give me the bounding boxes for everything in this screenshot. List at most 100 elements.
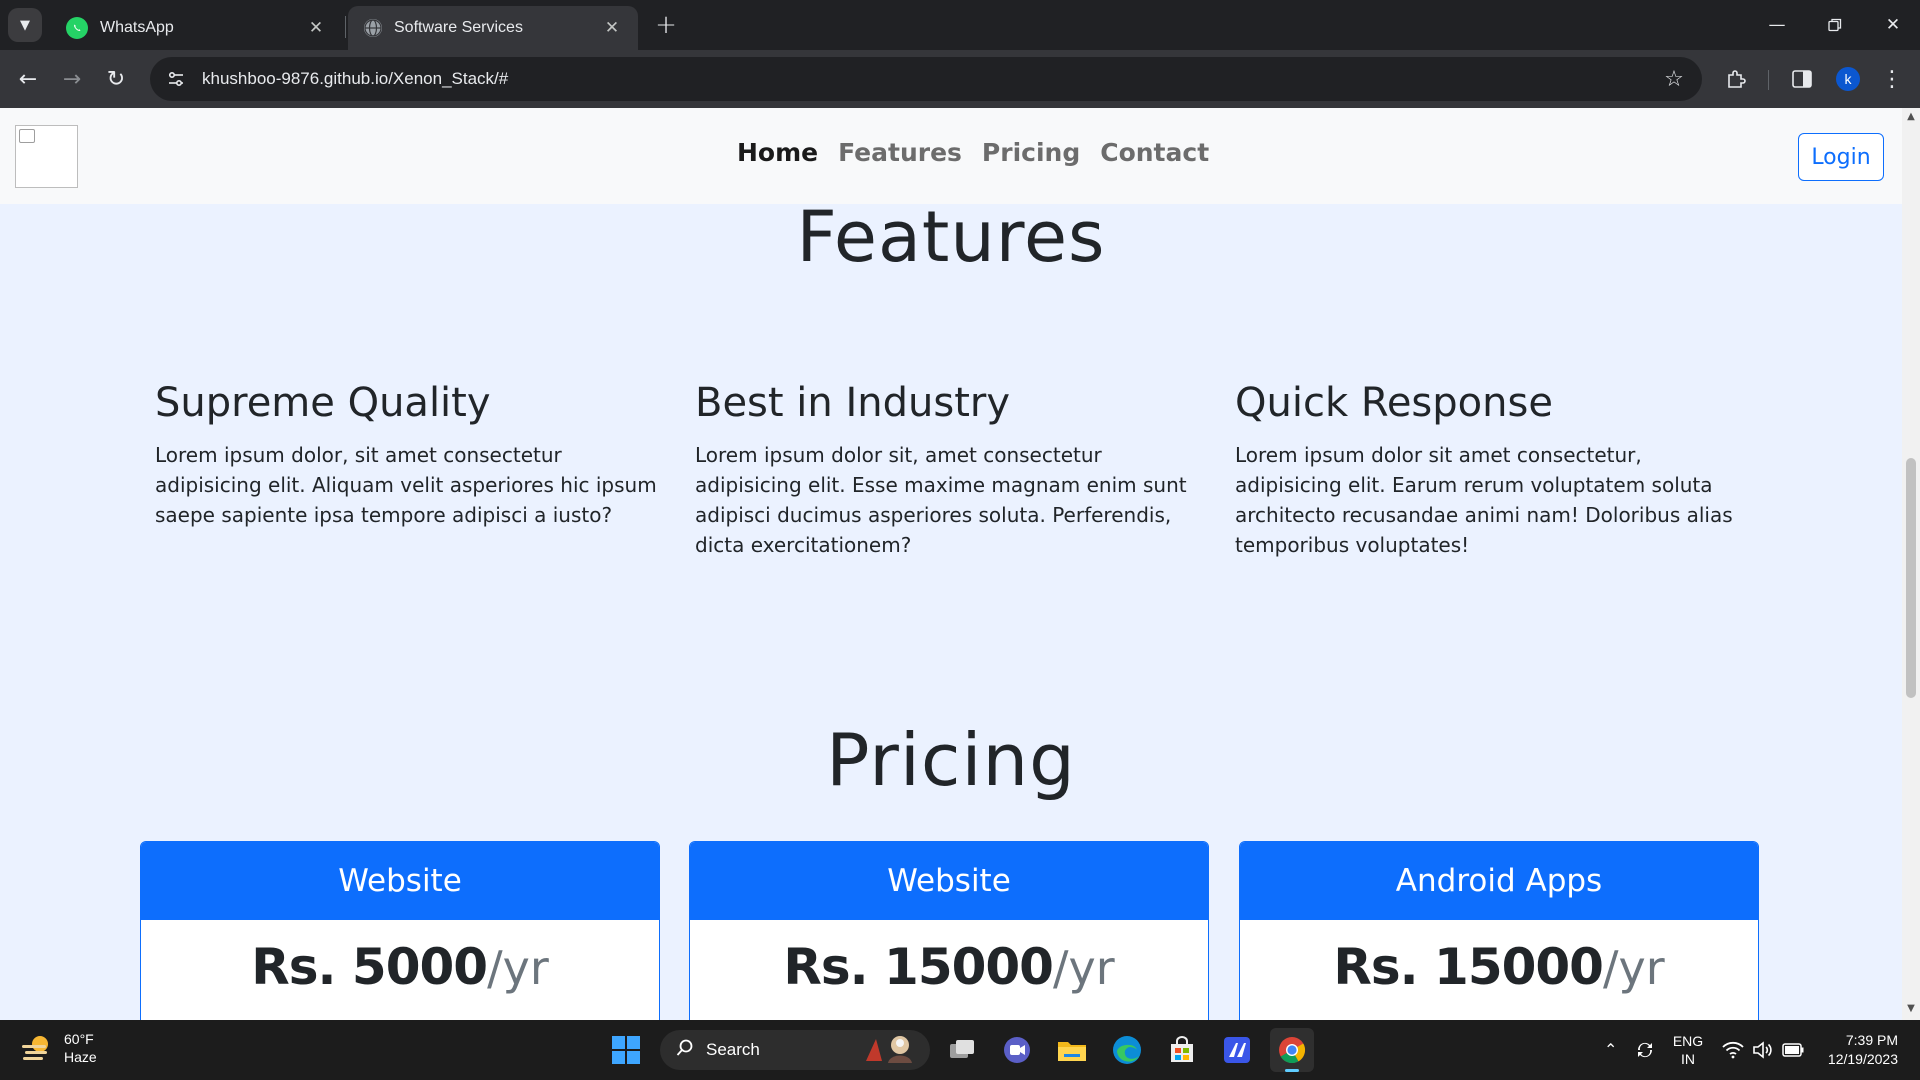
scroll-down-icon[interactable]: ▼ — [1906, 1004, 1916, 1014]
plan-price-row: Rs. 5000 /yr — [141, 920, 659, 996]
tab-title: WhatsApp — [100, 19, 174, 36]
page-viewport: Features Supreme Quality Lorem ipsum dol… — [0, 108, 1920, 1020]
task-view-icon[interactable] — [940, 1028, 984, 1072]
plan-price-row: Rs. 15000 /yr — [1240, 920, 1758, 996]
microsoft-store-icon[interactable] — [1160, 1028, 1204, 1072]
feature-description: Lorem ipsum dolor sit, amet consectetur … — [695, 443, 1187, 557]
toolbar-divider — [1768, 70, 1769, 90]
tab-search-button[interactable]: ▼ — [8, 8, 42, 42]
language-region: IN — [1681, 1051, 1695, 1067]
kebab-menu-icon[interactable]: ⋮ — [1874, 61, 1910, 97]
pricing-heading: Pricing — [826, 718, 1076, 802]
close-icon[interactable]: ✕ — [602, 18, 622, 38]
browser-tab-strip: ▼ WhatsApp ✕ Software Services ✕ + — ✕ — [0, 0, 1920, 50]
forward-arrow-icon[interactable]: → — [54, 61, 90, 97]
scroll-up-icon[interactable]: ▲ — [1906, 112, 1916, 122]
volume-icon[interactable] — [1752, 1020, 1774, 1080]
active-app-indicator — [1285, 1069, 1299, 1072]
plan-period: /yr — [1602, 941, 1665, 995]
page-scrollbar[interactable]: ▲ ▼ — [1902, 108, 1920, 1020]
weather-temp: 60°F — [64, 1031, 94, 1047]
broken-logo-image[interactable] — [15, 125, 78, 188]
plan-price: Rs. 5000 — [251, 938, 488, 996]
feature-card: Supreme Quality Lorem ipsum dolor, sit a… — [155, 380, 665, 530]
edge-browser-icon[interactable] — [1105, 1028, 1149, 1072]
wifi-icon[interactable] — [1722, 1020, 1744, 1080]
restore-icon[interactable] — [1806, 0, 1864, 50]
side-panel-icon[interactable] — [1784, 61, 1820, 97]
windows-logo-icon — [612, 1036, 640, 1064]
close-window-icon[interactable]: ✕ — [1864, 0, 1920, 50]
back-arrow-icon[interactable]: ← — [10, 61, 46, 97]
clock-date: 12/19/2023 — [1827, 1051, 1898, 1067]
browser-toolbar: ← → ↻ khushboo-9876.github.io/Xenon_Stac… — [0, 50, 1920, 108]
address-bar[interactable]: khushboo-9876.github.io/Xenon_Stack/# ☆ — [150, 57, 1702, 101]
profile-avatar-button[interactable]: k — [1830, 61, 1866, 97]
plan-name: Website — [690, 842, 1208, 920]
battery-icon[interactable] — [1782, 1020, 1804, 1080]
search-icon — [676, 1039, 694, 1062]
language-indicator[interactable]: ENG IN — [1670, 1020, 1706, 1080]
plan-name: Android Apps — [1240, 842, 1758, 920]
taskbar-search-box[interactable]: Search — [660, 1030, 930, 1070]
whatsapp-icon — [66, 17, 88, 39]
login-button[interactable]: Login — [1798, 133, 1884, 181]
pricing-card: Website Rs. 5000 /yr — [140, 841, 660, 1020]
plan-price-row: Rs. 15000 /yr — [690, 920, 1208, 996]
feature-card: Best in Industry Lorem ipsum dolor sit, … — [695, 380, 1205, 560]
chevron-down-icon: ▼ — [20, 17, 30, 33]
sync-icon[interactable] — [1634, 1020, 1656, 1080]
vpn-app-icon[interactable] — [1215, 1028, 1259, 1072]
plan-price: Rs. 15000 — [1333, 938, 1604, 996]
close-icon[interactable]: ✕ — [306, 18, 326, 38]
site-navbar: Home Features Pricing Contact Login — [0, 108, 1902, 204]
new-tab-plus-icon[interactable]: + — [650, 9, 682, 41]
tab-whatsapp[interactable]: WhatsApp ✕ — [50, 6, 342, 50]
chrome-taskbar-icon[interactable] — [1270, 1028, 1314, 1072]
nav-link-contact[interactable]: Contact — [1090, 138, 1219, 167]
pricing-card: Android Apps Rs. 15000 /yr — [1239, 841, 1759, 1020]
nav-link-features[interactable]: Features — [828, 138, 972, 167]
start-button[interactable] — [604, 1028, 648, 1072]
windows-taskbar: 60°F Haze Search ⌃ ENG IN 7:39 PM 12/19/… — [0, 1020, 1920, 1080]
clock-time: 7:39 PM — [1845, 1032, 1898, 1048]
system-clock[interactable]: 7:39 PM 12/19/2023 — [1818, 1020, 1898, 1080]
site-info-icon[interactable] — [154, 57, 198, 101]
avatar: k — [1836, 67, 1860, 91]
feature-title: Best in Industry — [695, 380, 1010, 426]
nav-links: Home Features Pricing Contact — [727, 138, 1219, 167]
weather-widget[interactable]: 60°F Haze — [20, 1030, 97, 1066]
reload-icon[interactable]: ↻ — [98, 61, 134, 97]
url-text[interactable]: khushboo-9876.github.io/Xenon_Stack/# — [202, 69, 1652, 89]
features-heading: Features — [796, 196, 1106, 278]
weather-condition: Haze — [64, 1049, 97, 1065]
plan-period: /yr — [487, 941, 549, 995]
extensions-icon[interactable] — [1718, 61, 1754, 97]
plan-price: Rs. 15000 — [783, 938, 1054, 996]
feature-card: Quick Response Lorem ipsum dolor sit ame… — [1235, 380, 1745, 560]
nav-link-pricing[interactable]: Pricing — [972, 138, 1090, 167]
tray-chevron-up-icon[interactable]: ⌃ — [1604, 1020, 1617, 1080]
weather-text: 60°F Haze — [64, 1030, 97, 1066]
haze-weather-icon — [20, 1033, 54, 1063]
plan-period: /yr — [1052, 941, 1115, 995]
tab-separator — [345, 16, 346, 38]
pricing-card: Website Rs. 15000 /yr — [689, 841, 1209, 1020]
minimize-icon[interactable]: — — [1748, 0, 1806, 50]
tab-title: Software Services — [394, 19, 523, 36]
globe-icon — [364, 19, 382, 37]
bookmark-star-icon[interactable]: ☆ — [1652, 57, 1696, 101]
feature-description: Lorem ipsum dolor, sit amet consectetur … — [155, 443, 657, 527]
teams-meet-icon[interactable] — [995, 1028, 1039, 1072]
nav-link-home[interactable]: Home — [727, 138, 828, 167]
file-explorer-icon[interactable] — [1050, 1028, 1094, 1072]
plan-name: Website — [141, 842, 659, 920]
search-highlight-icon — [862, 1031, 920, 1070]
feature-title: Supreme Quality — [155, 380, 491, 426]
language-code: ENG — [1672, 1033, 1704, 1049]
search-label: Search — [706, 1040, 760, 1059]
scrollbar-thumb[interactable] — [1906, 458, 1916, 698]
feature-description: Lorem ipsum dolor sit amet consectetur, … — [1235, 443, 1733, 557]
feature-title: Quick Response — [1235, 380, 1553, 426]
tab-software-services[interactable]: Software Services ✕ — [348, 6, 638, 50]
